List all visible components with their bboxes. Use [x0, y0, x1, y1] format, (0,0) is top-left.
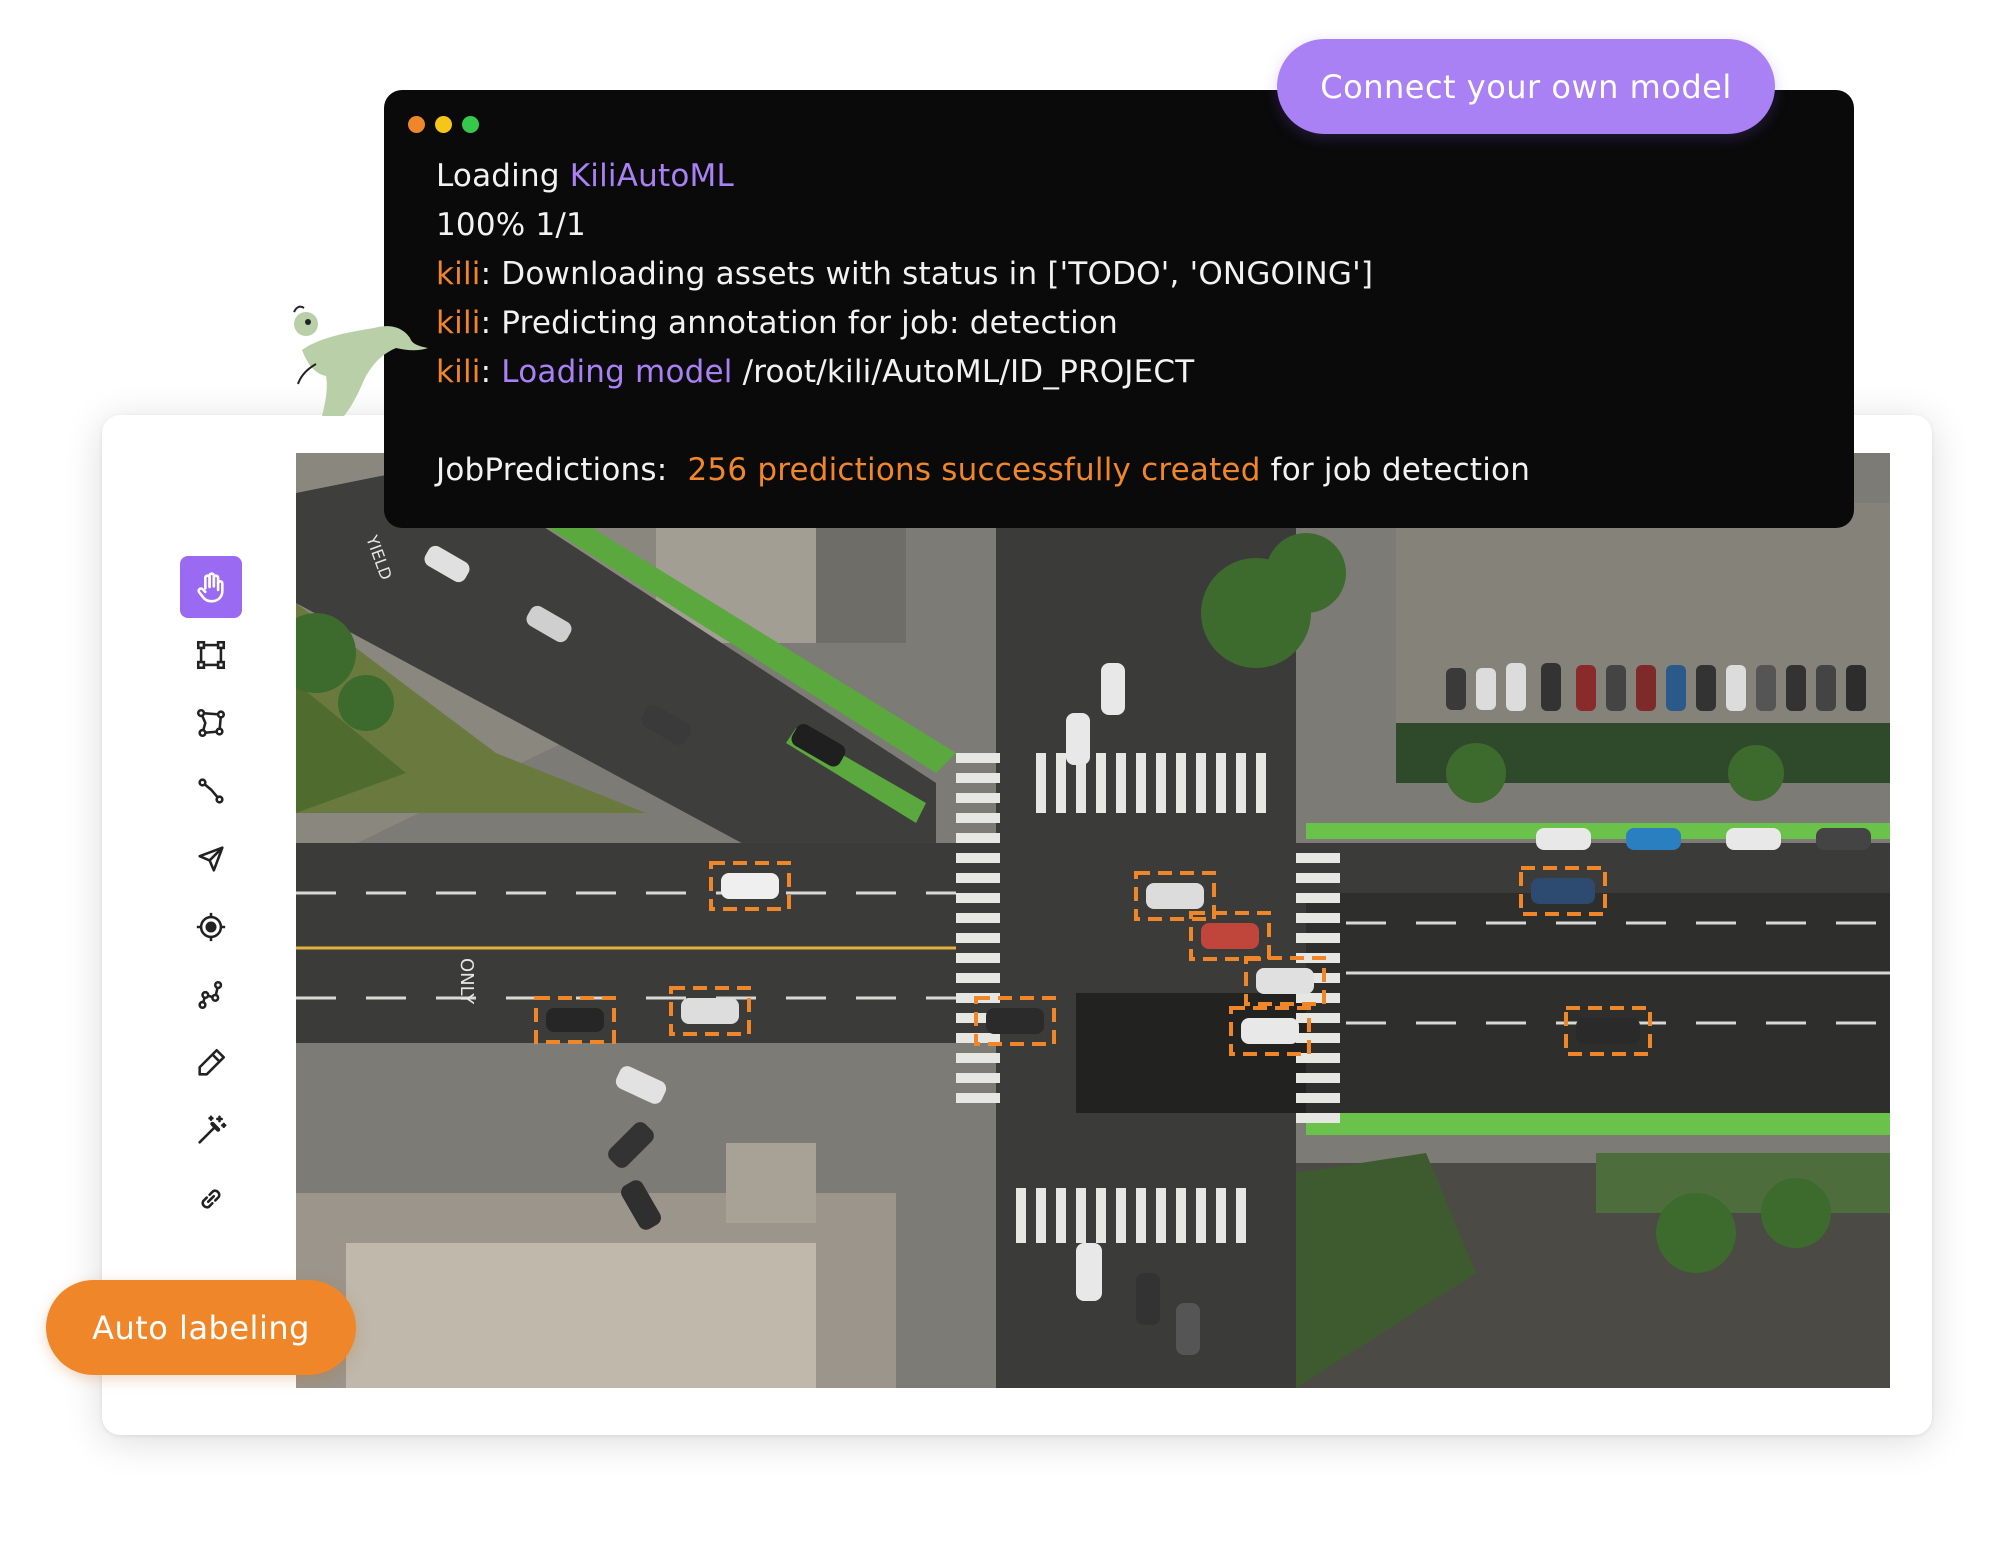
connect-own-model-button[interactable]: Connect your own model: [1277, 39, 1775, 134]
target-icon: [196, 912, 226, 942]
terminal-line-predictions: JobPredictions: 256 predictions successf…: [436, 452, 1530, 488]
annotation-toolbar: [180, 556, 242, 1236]
link-tool-button[interactable]: [180, 1168, 242, 1230]
terminal-tag: kili: [436, 354, 481, 390]
terminal-text: Loading: [436, 158, 570, 194]
terminal-tag: kili: [436, 256, 481, 292]
magic-wand-tool-button[interactable]: [180, 1100, 242, 1162]
polyline-tool-button[interactable]: [180, 760, 242, 822]
pose-icon: [198, 980, 223, 1010]
terminal-text: 100% 1/1: [436, 207, 586, 243]
bounding-box-tool-button[interactable]: [180, 624, 242, 686]
pen-icon: [198, 1048, 226, 1076]
terminal-text: :: [480, 354, 502, 390]
terminal-text: : Downloading assets with status in ['TO…: [480, 256, 1374, 292]
terminal-highlight: 256 predictions successfully created: [687, 452, 1261, 488]
polygon-icon: [196, 708, 226, 738]
maximize-window-dot[interactable]: [462, 116, 479, 133]
aerial-scene: ONLY YIELD: [296, 453, 1890, 1388]
terminal-line-loading: Loading KiliAutoML: [436, 158, 734, 194]
terminal-line-loading-model: kili: Loading model /root/kili/AutoML/ID…: [436, 354, 1194, 390]
vector-tool-button[interactable]: [180, 828, 242, 890]
aerial-intersection-image[interactable]: ONLY YIELD: [296, 453, 1890, 1388]
pose-tool-button[interactable]: [180, 964, 242, 1026]
terminal-window: Loading KiliAutoML 100% 1/1 kili: Downlo…: [384, 90, 1854, 528]
polygon-tool-button[interactable]: [180, 692, 242, 754]
link-icon: [201, 1189, 221, 1209]
magic-wand-icon: [198, 1115, 227, 1144]
bounding-box-icon: [196, 640, 226, 670]
terminal-line-progress: 100% 1/1: [436, 207, 586, 243]
auto-labeling-button[interactable]: Auto labeling: [46, 1280, 356, 1375]
terminal-highlight: Loading model: [501, 354, 733, 390]
terminal-line-downloading: kili: Downloading assets with status in …: [436, 256, 1373, 292]
terminal-text: for job detection: [1260, 452, 1531, 488]
pan-tool-button[interactable]: [180, 556, 242, 618]
terminal-text: : Predicting annotation for job: detecti…: [480, 305, 1118, 341]
point-tool-button[interactable]: [180, 896, 242, 958]
terminal-text: /root/kili/AutoML/ID_PROJECT: [732, 354, 1195, 390]
polyline-icon: [198, 778, 224, 804]
minimize-window-dot[interactable]: [435, 116, 452, 133]
hand-icon: [197, 572, 224, 603]
window-controls: [408, 116, 479, 133]
mascot-illustration: [293, 305, 428, 416]
terminal-line-predicting: kili: Predicting annotation for job: det…: [436, 305, 1118, 341]
close-window-dot[interactable]: [408, 116, 425, 133]
terminal-highlight: KiliAutoML: [569, 158, 734, 194]
terminal-text: JobPredictions:: [436, 452, 688, 488]
arrow-icon: [198, 846, 224, 872]
brush-tool-button[interactable]: [180, 1032, 242, 1094]
terminal-tag: kili: [436, 305, 481, 341]
road-marking-only: ONLY: [456, 958, 477, 1005]
